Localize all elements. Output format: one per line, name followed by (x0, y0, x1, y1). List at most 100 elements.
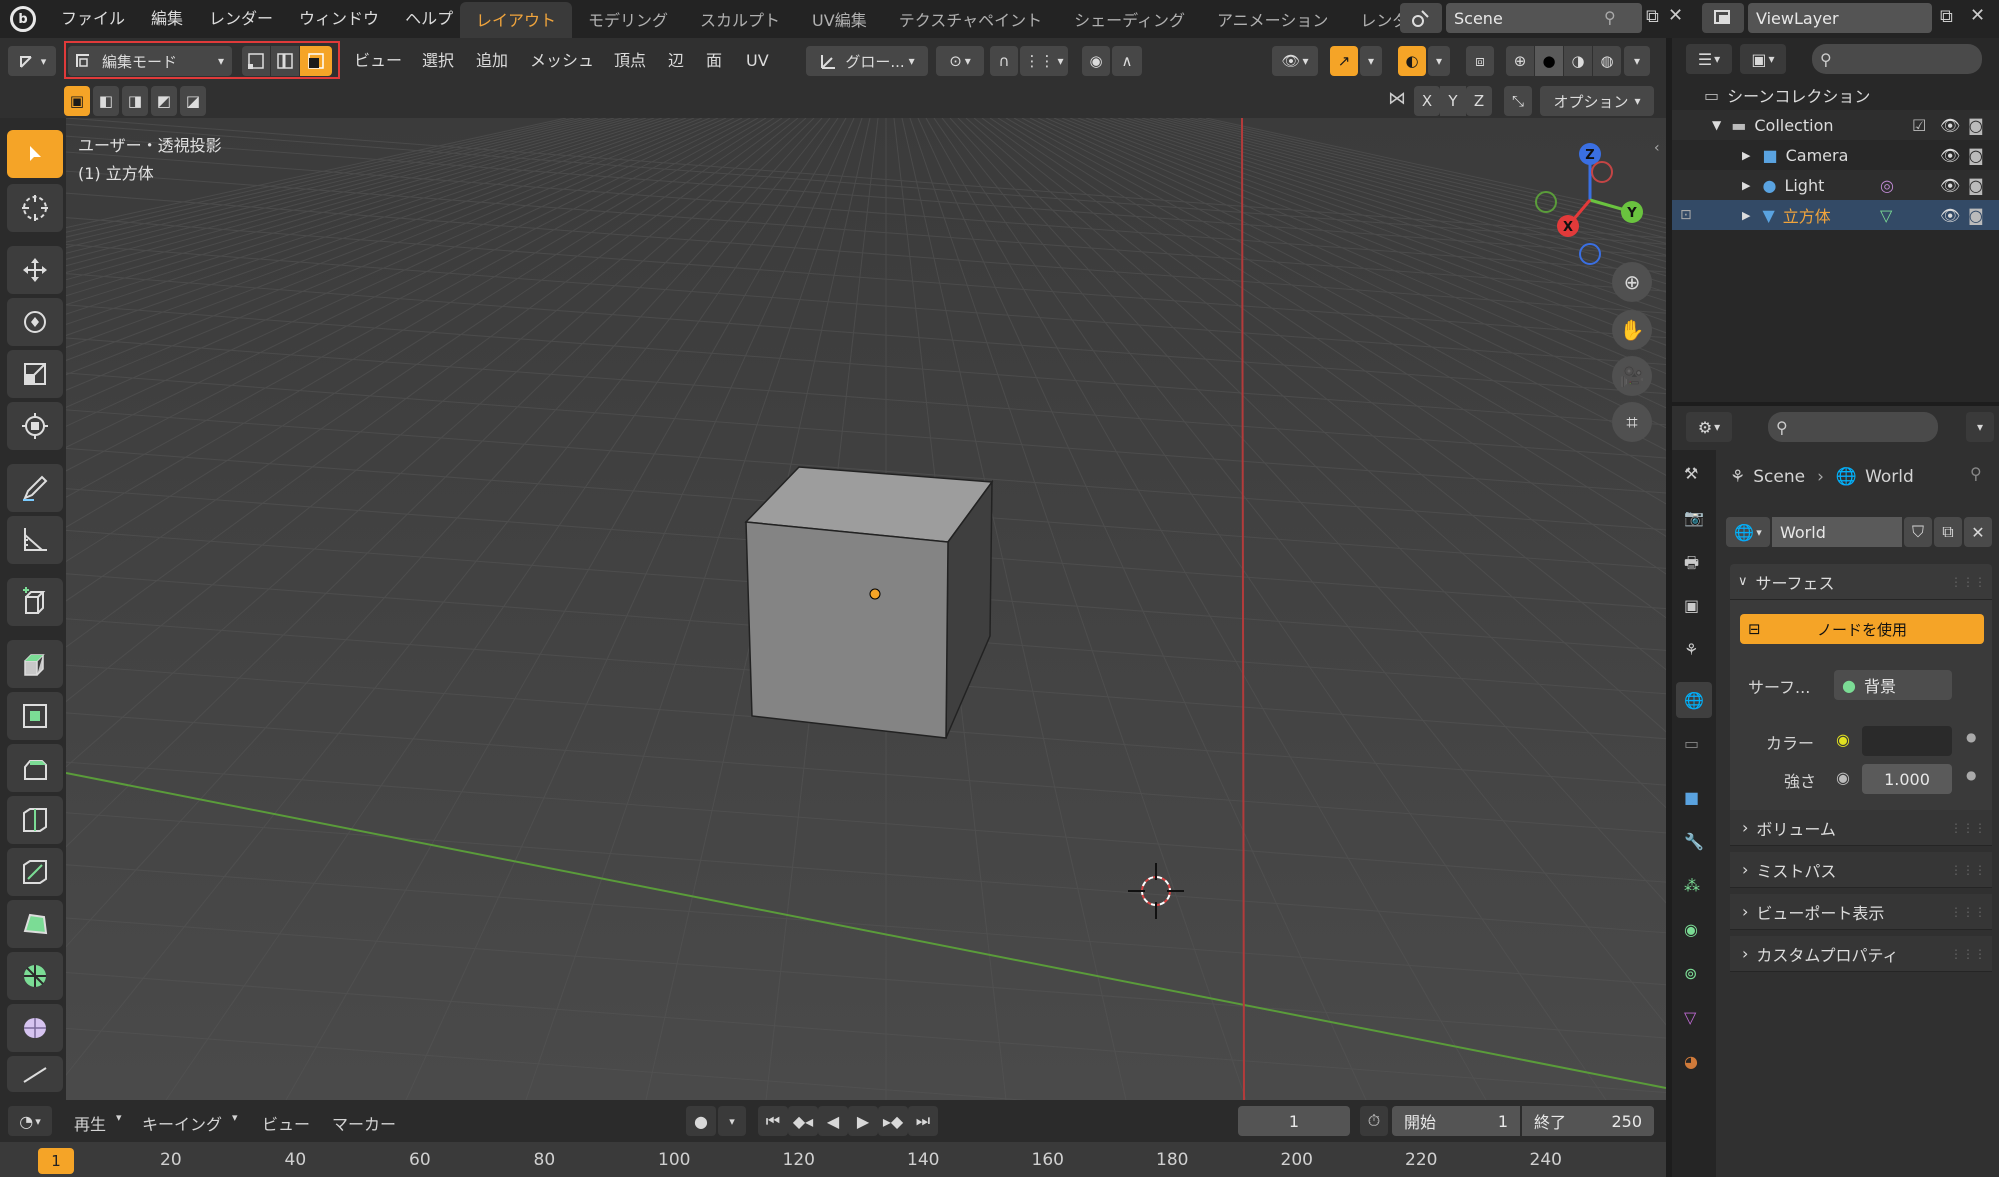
scene-selector-button[interactable] (1400, 3, 1442, 33)
select-box-invert[interactable]: ◩ (151, 86, 177, 116)
properties-editor-type[interactable]: ⚙ ▾ (1686, 412, 1732, 442)
viewlayer-name-field[interactable]: ViewLayer (1748, 3, 1932, 33)
snap-toggle[interactable]: ∩ (990, 46, 1018, 76)
tab-render-icon[interactable]: 📷 (1684, 508, 1704, 527)
eye-icon[interactable]: 👁 (1940, 176, 1960, 195)
outliner-editor-type[interactable]: ☰ ▾ (1686, 44, 1732, 74)
vertex-select-button[interactable] (242, 46, 270, 76)
delete-viewlayer-icon[interactable]: ✕ (1970, 5, 1985, 26)
drag-handle-icon[interactable]: ⋮⋮⋮ (1950, 905, 1986, 919)
tab-uv-editing[interactable]: UV編集 (796, 2, 883, 38)
expand-arrow-icon[interactable]: ▼ (1712, 118, 1721, 132)
options-dropdown[interactable]: オプション ▾ (1540, 86, 1654, 116)
tool-edge-slide[interactable] (7, 1056, 63, 1092)
outliner-row-cube[interactable]: ⊡ ▶ ▼ 立方体 ▽ 👁 ◙ (1672, 200, 1999, 230)
jump-end-button[interactable]: ⏭ (908, 1106, 938, 1136)
tab-scene-icon[interactable]: ⚘ (1684, 640, 1698, 659)
tab-modifier-icon[interactable]: 🔧 (1684, 832, 1704, 851)
auto-keying-toggle[interactable]: ● (686, 1106, 716, 1136)
preview-range-toggle[interactable]: ⏱ (1360, 1106, 1388, 1136)
header-menu-uv[interactable]: UV (746, 46, 769, 76)
viewlayer-selector-button[interactable] (1702, 3, 1744, 33)
drag-handle-icon[interactable]: ⋮⋮⋮ (1950, 863, 1986, 877)
panel-surface-header[interactable]: ∨ サーフェス ⋮⋮⋮ (1730, 564, 1992, 600)
tab-particles-icon[interactable]: ⁂ (1684, 876, 1700, 895)
expand-arrow-icon[interactable]: ▶ (1742, 209, 1750, 222)
menu-window[interactable]: ウィンドウ (286, 0, 392, 38)
tool-knife[interactable] (7, 848, 63, 896)
frame-end-field[interactable]: 終了 250 (1522, 1106, 1654, 1136)
header-menu-vertex[interactable]: 頂点 (614, 46, 646, 76)
transform-orientation-dropdown[interactable]: グロー... ▾ (806, 46, 928, 76)
outliner-row-light[interactable]: ▶ ● Light ◎ 👁 ◙ (1672, 170, 1999, 200)
tool-add-cube[interactable] (7, 578, 63, 626)
new-viewlayer-icon[interactable]: ⧉ (1940, 6, 1953, 27)
eye-icon[interactable]: 👁 (1940, 146, 1960, 165)
play-reverse-button[interactable]: ◀ (818, 1106, 848, 1136)
strength-field[interactable]: 1.000 (1862, 764, 1952, 794)
next-keyframe-button[interactable]: ▸◆ (878, 1106, 908, 1136)
select-box-new[interactable]: ▣ (64, 86, 90, 116)
tab-shading[interactable]: シェーディング (1058, 2, 1201, 38)
viewport-canvas[interactable] (66, 118, 1666, 1100)
display-mode-dropdown[interactable]: ▣ ▾ (1740, 44, 1786, 74)
falloff-dropdown[interactable]: ∧ (1112, 46, 1142, 76)
pin-icon[interactable]: ⚲ (1604, 8, 1616, 27)
mirror-y-toggle[interactable]: Y (1440, 86, 1466, 116)
timeline-ruler[interactable]: 1 20 40 60 80 100 120 140 160 180 200 220 240 (0, 1142, 1666, 1177)
keying-set-dropdown[interactable]: ▾ (718, 1106, 746, 1136)
tab-world-icon[interactable]: 🌐 (1676, 682, 1712, 718)
tool-move[interactable] (7, 246, 63, 294)
zoom-button[interactable]: ⊕ (1612, 262, 1652, 302)
outliner-row-scene-collection[interactable]: ▭ シーンコレクション (1672, 80, 1999, 110)
menu-edit[interactable]: 編集 (138, 0, 196, 38)
tab-view-layer-icon[interactable]: ▣ (1684, 596, 1699, 615)
header-menu-add[interactable]: 追加 (476, 46, 508, 76)
tab-texture-paint[interactable]: テクスチャペイント (883, 2, 1058, 38)
new-world-button[interactable]: ⧉ (1934, 517, 1962, 547)
menu-file[interactable]: ファイル (48, 0, 138, 38)
timeline-menu-playback[interactable]: 再生 (74, 1111, 106, 1135)
tool-spin[interactable] (7, 952, 63, 1000)
select-box-intersect[interactable]: ◪ (180, 86, 206, 116)
gizmo-toggle[interactable]: ↗ (1330, 46, 1358, 76)
tool-cursor[interactable] (7, 184, 63, 232)
tool-annotate[interactable] (7, 464, 63, 512)
cube-object[interactable] (744, 466, 994, 739)
checkbox-icon[interactable]: ☑ (1912, 116, 1926, 135)
tab-animation[interactable]: アニメーション (1201, 2, 1344, 38)
tab-modeling[interactable]: モデリング (572, 2, 684, 38)
prev-keyframe-button[interactable]: ◆◂ (788, 1106, 818, 1136)
tool-scale[interactable] (7, 350, 63, 398)
tool-measure[interactable] (7, 516, 63, 564)
render-camera-icon[interactable]: ◙ (1968, 146, 1984, 165)
timeline-menu-view[interactable]: ビュー (262, 1111, 310, 1135)
navigation-gizmo[interactable]: Z Y X (1526, 136, 1666, 266)
mirror-x-toggle[interactable]: X (1414, 86, 1440, 116)
tool-rotate[interactable] (7, 298, 63, 346)
shading-rendered[interactable]: ◍ (1593, 46, 1621, 76)
keyframe-dot-icon[interactable]: ● (1966, 768, 1976, 782)
tab-object-icon[interactable]: ■ (1684, 788, 1699, 807)
color-swatch[interactable] (1862, 726, 1952, 756)
outliner-row-camera[interactable]: ▶ ■ Camera 👁 ◙ (1672, 140, 1999, 170)
tab-tool-icon[interactable]: ⚒ (1684, 464, 1698, 483)
tool-loop-cut[interactable] (7, 796, 63, 844)
tab-material-icon[interactable]: ◕ (1684, 1052, 1698, 1071)
outliner-row-collection[interactable]: ▼ ▬ Collection ☑ 👁 ◙ (1672, 110, 1999, 140)
unlink-world-button[interactable]: ✕ (1964, 517, 1992, 547)
menu-help[interactable]: ヘルプ (392, 0, 466, 38)
value-socket-icon[interactable]: ◉ (1836, 768, 1850, 787)
shading-wireframe[interactable]: ⊕ (1506, 46, 1534, 76)
tool-bevel[interactable] (7, 744, 63, 792)
panel-mist-header[interactable]: › ミストパス ⋮⋮⋮ (1730, 852, 1992, 888)
expand-arrow-icon[interactable]: ▶ (1742, 149, 1750, 162)
tool-extrude[interactable] (7, 640, 63, 688)
tab-collection-icon[interactable]: ▭ (1684, 734, 1699, 753)
tab-output-icon[interactable]: 🖶 (1684, 552, 1699, 579)
visibility-dropdown[interactable]: 👁 ▾ (1272, 46, 1318, 76)
drag-handle-icon[interactable]: ⋮⋮⋮ (1950, 821, 1986, 835)
proportional-edit-toggle[interactable]: ◉ (1082, 46, 1110, 76)
header-menu-edge[interactable]: 辺 (668, 46, 684, 76)
editor-type-button[interactable]: ▾ (8, 46, 56, 76)
